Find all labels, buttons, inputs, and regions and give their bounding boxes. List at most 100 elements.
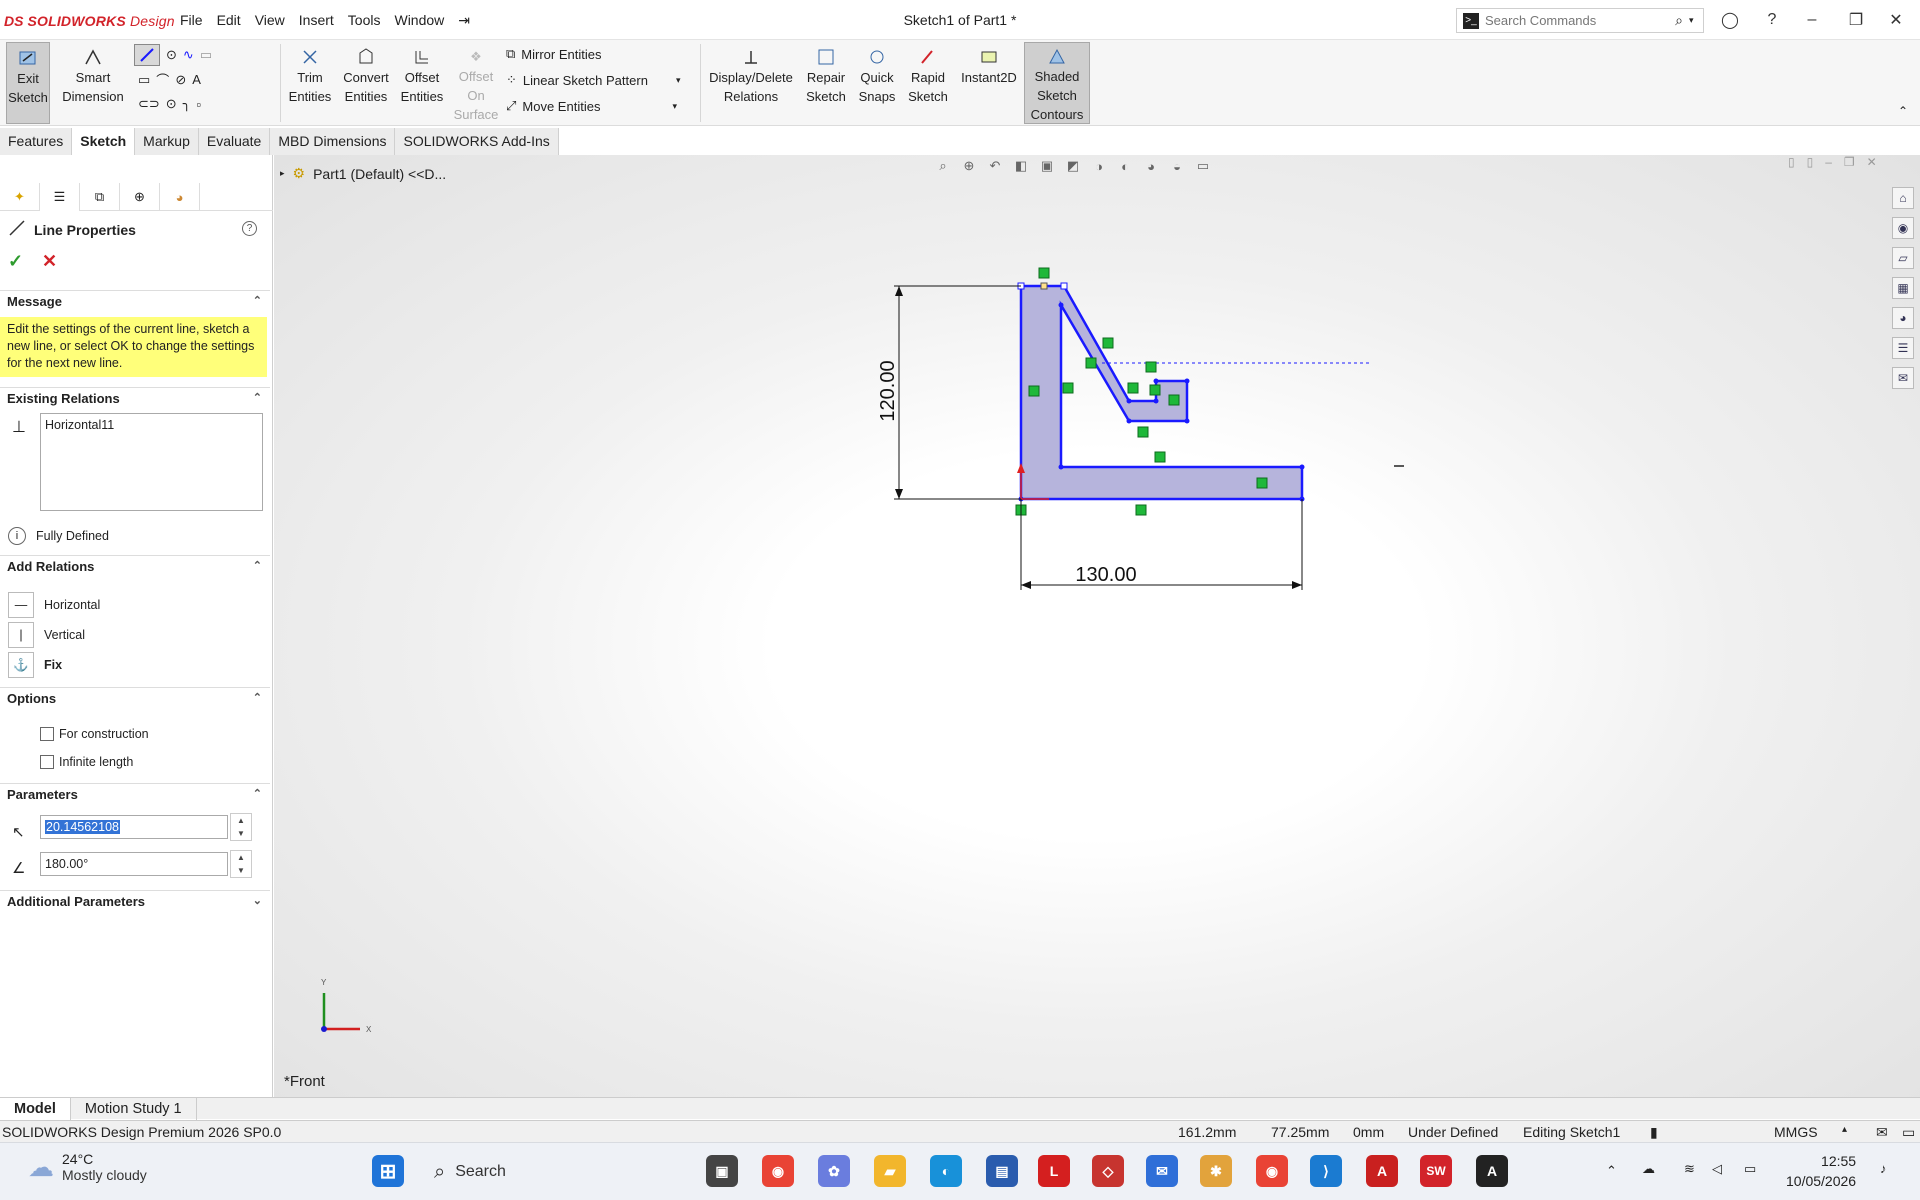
app-a-icon[interactable]: A: [1476, 1155, 1508, 1187]
solidworks-taskbar-icon[interactable]: SW: [1420, 1155, 1452, 1187]
existing-relations-list[interactable]: Horizontal11: [40, 413, 263, 511]
file-explorer-icon[interactable]: ▰: [874, 1155, 906, 1187]
chevron-down-icon[interactable]: ▾: [1689, 15, 1703, 26]
help-icon[interactable]: ?: [1762, 10, 1782, 30]
infinite-length-option[interactable]: Infinite length: [40, 755, 133, 769]
display-delete-relations-button[interactable]: Display/Delete Relations: [704, 42, 798, 124]
parameters-header[interactable]: Parameters ⌃: [0, 783, 270, 805]
mirror-entities-button[interactable]: ⧉ Mirror Entities: [506, 46, 601, 62]
home-icon[interactable]: ⌂: [1892, 187, 1914, 209]
infinite-length-checkbox[interactable]: [40, 755, 54, 769]
shaded-sketch-contours-button[interactable]: Shaded Sketch Contours: [1024, 42, 1090, 124]
close-icon[interactable]: ✕: [1886, 10, 1906, 30]
appearances-icon[interactable]: ◕: [1892, 307, 1914, 329]
offset-entities-button[interactable]: Offset Entities: [396, 42, 448, 124]
chat-icon[interactable]: ✉: [1876, 1124, 1888, 1141]
cloud-off-icon[interactable]: ☁: [1642, 1161, 1655, 1177]
angle-spinner[interactable]: ▲ ▼: [230, 850, 252, 878]
chevron-up-icon[interactable]: ▴: [1842, 1124, 1847, 1135]
appearance-icon[interactable]: ◕: [160, 183, 200, 211]
app-l-icon[interactable]: L: [1038, 1155, 1070, 1187]
add-horizontal-relation[interactable]: — Horizontal: [8, 592, 100, 618]
restore-icon[interactable]: ❐: [1846, 10, 1866, 30]
unit-system[interactable]: MMGS: [1774, 1124, 1818, 1140]
offset-on-surface-button[interactable]: ❖ Offset On Surface: [452, 42, 500, 124]
add-vertical-relation[interactable]: | Vertical: [8, 622, 85, 648]
search-commands-field[interactable]: >_ Search Commands ⌕ ▾: [1456, 8, 1704, 33]
polygon-tool-icon[interactable]: ⊘: [175, 72, 186, 88]
chrome-profile-icon[interactable]: ◉: [1256, 1155, 1288, 1187]
copilot-icon[interactable]: ✿: [818, 1155, 850, 1187]
slack-icon[interactable]: ✱: [1200, 1155, 1232, 1187]
start-icon[interactable]: ⊞: [372, 1155, 404, 1187]
outlook-icon[interactable]: ✉: [1146, 1155, 1178, 1187]
tab-sketch[interactable]: Sketch: [72, 128, 136, 155]
rectangle-tool-icon[interactable]: ▭: [138, 72, 150, 88]
midpoint-handle[interactable]: [1040, 282, 1048, 290]
sketch-canvas[interactable]: 120.00 130.00 Y X: [274, 155, 1920, 1097]
edge-icon[interactable]: ◐: [930, 1155, 962, 1187]
menu-tools[interactable]: Tools: [348, 12, 381, 29]
vscode-icon[interactable]: ⟩: [1310, 1155, 1342, 1187]
instant2d-button[interactable]: Instant2D: [956, 42, 1022, 124]
spline-tool-icon[interactable]: ∿: [183, 47, 194, 63]
pin-icon[interactable]: ⇥: [458, 12, 470, 29]
pdf-app-icon[interactable]: ◇: [1092, 1155, 1124, 1187]
property-manager-icon[interactable]: ☰: [40, 183, 80, 211]
fillet-tool-icon[interactable]: ╮: [183, 96, 191, 112]
chevron-down-icon[interactable]: ▾: [672, 101, 677, 112]
length-spinner[interactable]: ▲ ▼: [230, 813, 252, 841]
rapid-sketch-button[interactable]: Rapid Sketch: [904, 42, 952, 124]
for-construction-checkbox[interactable]: [40, 727, 54, 741]
sketch-state[interactable]: Under Defined: [1408, 1124, 1498, 1140]
search-icon[interactable]: ⌕: [1675, 12, 1683, 29]
existing-relations-header[interactable]: Existing Relations ⌃: [0, 387, 270, 409]
quick-snaps-button[interactable]: Quick Snaps: [854, 42, 900, 124]
menu-insert[interactable]: Insert: [299, 12, 334, 29]
chrome-icon[interactable]: ◉: [762, 1155, 794, 1187]
trim-entities-button[interactable]: Trim Entities: [284, 42, 336, 124]
graphics-area[interactable]: ▸ ⚙ Part1 (Default) <<D... ⌕ ⊕ ↶ ◧ ▣ ◩ ◑…: [274, 155, 1920, 1097]
length-input[interactable]: 20.14562108: [40, 815, 228, 839]
menu-view[interactable]: View: [255, 12, 285, 29]
for-construction-option[interactable]: For construction: [40, 727, 149, 741]
battery-icon[interactable]: ▭: [1744, 1161, 1756, 1177]
smart-dimension-button[interactable]: Smart Dimension: [58, 42, 128, 124]
line-tool-icon[interactable]: [134, 44, 160, 66]
convert-entities-button[interactable]: Convert Entities: [340, 42, 392, 124]
menu-window[interactable]: Window: [394, 12, 444, 29]
options-header[interactable]: Options ⌃: [0, 687, 270, 709]
tab-addins[interactable]: SOLIDWORKS Add-Ins: [395, 128, 559, 155]
weather-widget[interactable]: ☁ 24°C Mostly cloudy: [28, 1151, 147, 1183]
linear-sketch-pattern-button[interactable]: ⁘ Linear Sketch Pattern ▾: [506, 72, 680, 88]
menu-edit[interactable]: Edit: [217, 12, 241, 29]
user-icon[interactable]: ◯: [1720, 10, 1740, 30]
forum-icon[interactable]: ✉: [1892, 367, 1914, 389]
tab-mbd-dimensions[interactable]: MBD Dimensions: [270, 128, 396, 155]
configuration-manager-icon[interactable]: ⧉: [80, 183, 120, 211]
display-icon[interactable]: ▭: [1902, 1124, 1915, 1141]
menu-file[interactable]: File: [180, 12, 203, 29]
system-clock[interactable]: 12:55 10/05/2026: [1786, 1151, 1856, 1191]
store-icon[interactable]: ▤: [986, 1155, 1018, 1187]
point-tool-icon[interactable]: ⊙: [166, 96, 177, 112]
dimension-horizontal-value[interactable]: 130.00: [1075, 564, 1136, 586]
notification-bell-icon[interactable]: ♪: [1880, 1161, 1887, 1176]
app-logo[interactable]: DS SOLIDWORKS Design: [4, 10, 175, 32]
taskbar-search[interactable]: ⌕ Search: [420, 1153, 700, 1191]
help-icon[interactable]: ?: [242, 221, 257, 236]
view-palette-icon[interactable]: ▦: [1892, 277, 1914, 299]
collapse-ribbon-icon[interactable]: ⌃: [1898, 104, 1908, 118]
relation-item[interactable]: Horizontal11: [45, 418, 258, 432]
circle-tool-icon[interactable]: ⊙: [166, 47, 177, 63]
wifi-icon[interactable]: ≋: [1684, 1161, 1695, 1177]
chevron-up-icon[interactable]: ⌃: [1606, 1163, 1617, 1179]
feature-manager-icon[interactable]: ✦: [0, 183, 40, 211]
minimize-icon[interactable]: –: [1802, 10, 1822, 30]
add-fix-relation[interactable]: ⚓ Fix: [8, 652, 62, 678]
endpoint-handle[interactable]: [1060, 282, 1068, 290]
cancel-x-icon[interactable]: ✕: [42, 251, 57, 272]
task-view-icon[interactable]: ▣: [706, 1155, 738, 1187]
tab-features[interactable]: Features: [0, 128, 73, 155]
rebuild-icon[interactable]: ▮: [1650, 1124, 1658, 1141]
